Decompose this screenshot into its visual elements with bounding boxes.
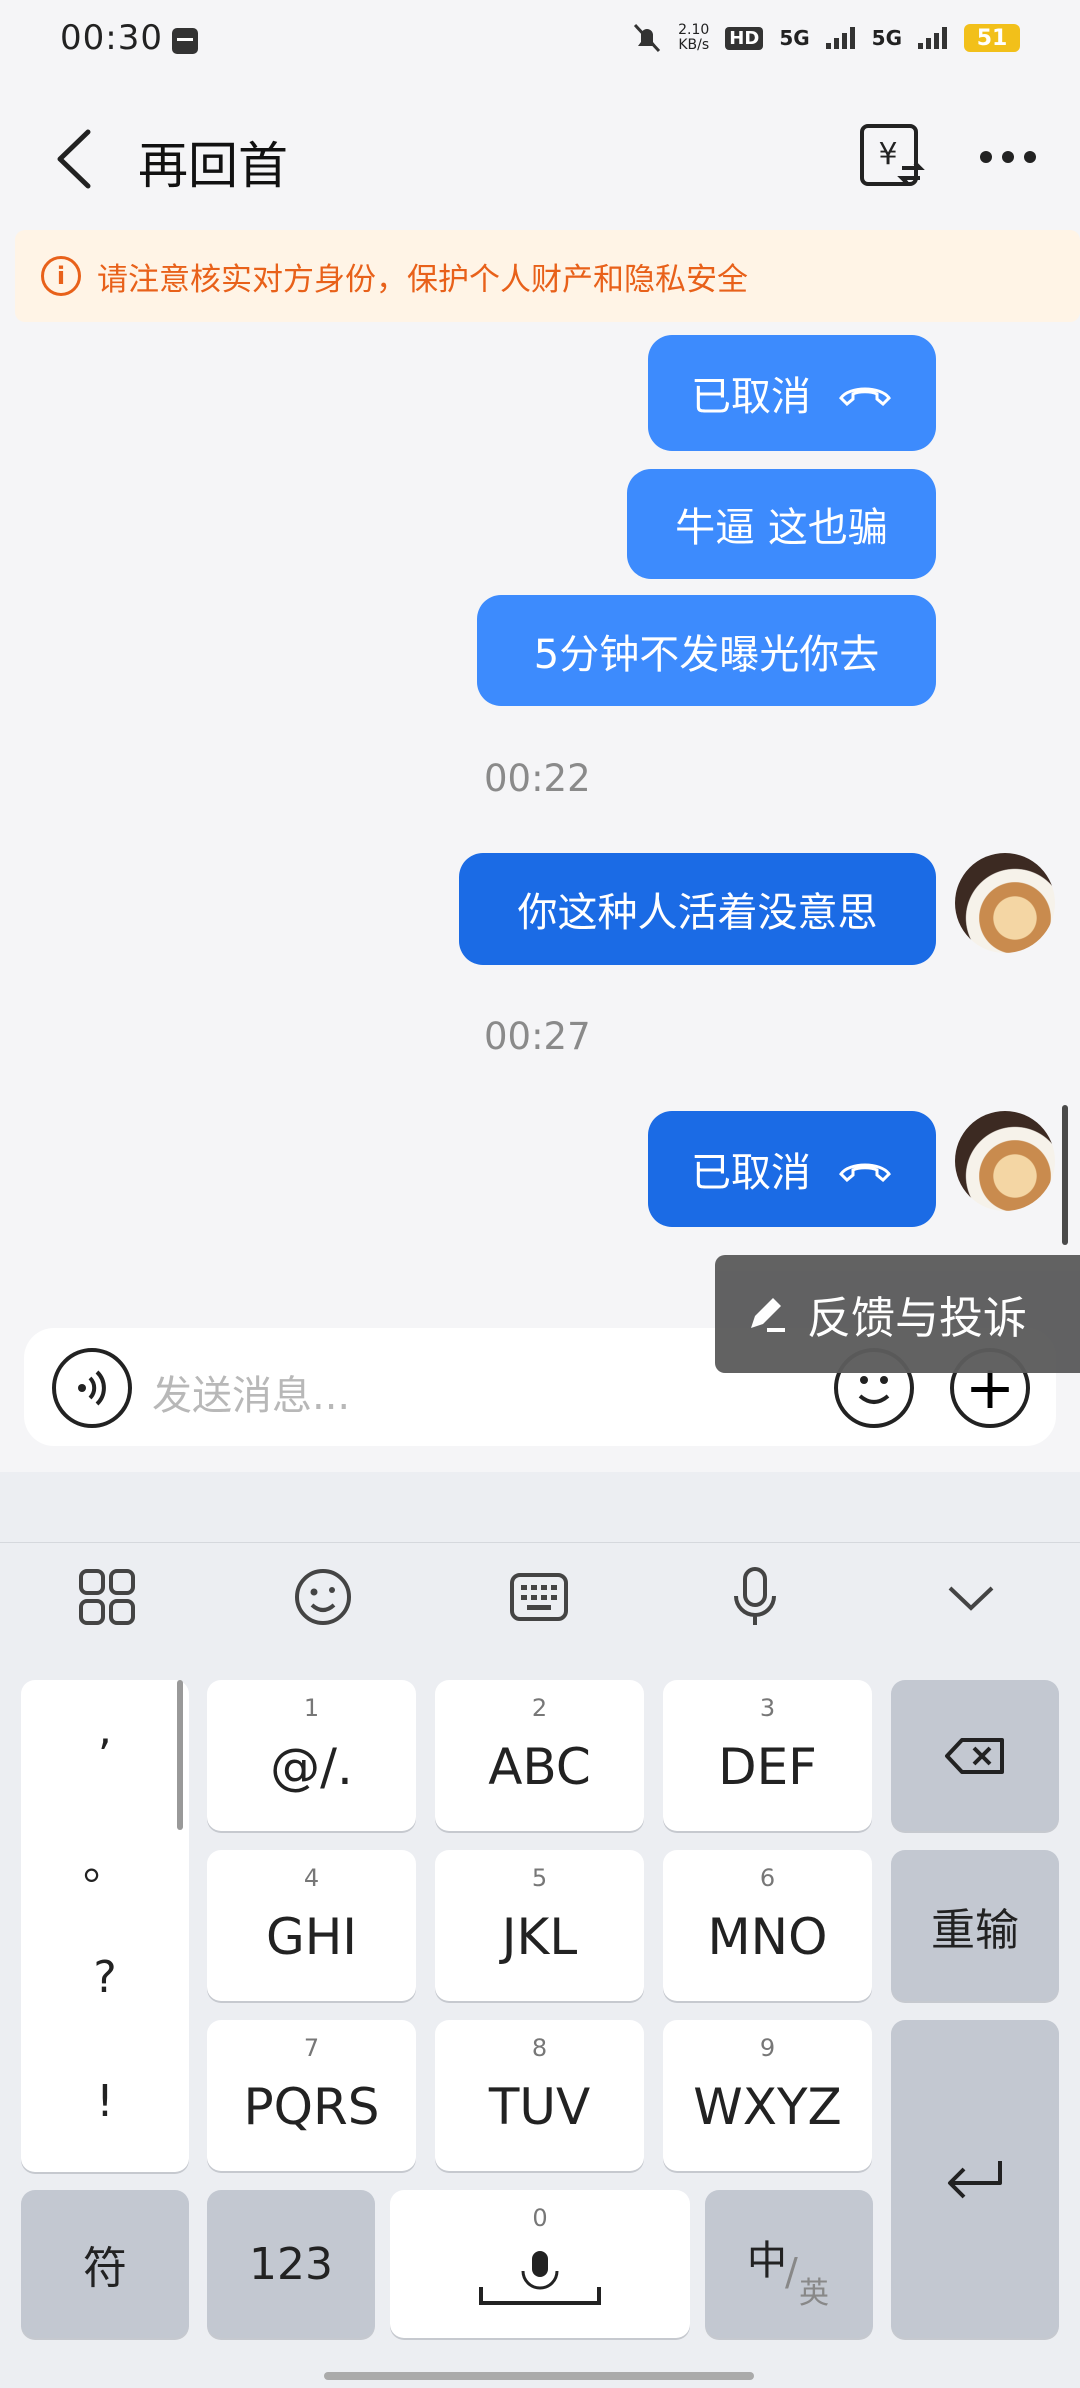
hangup-phone-icon	[839, 1163, 891, 1182]
key-5[interactable]: 5 JKL	[435, 1850, 644, 2001]
punct-period[interactable]: 。	[21, 1828, 189, 1892]
punct-exclamation[interactable]: !	[21, 2076, 189, 2127]
space-mic-icon	[479, 2251, 601, 2305]
hd-badge: HD	[725, 26, 764, 50]
feedback-complaint-button[interactable]: 反馈与投诉	[715, 1255, 1080, 1373]
chat-title: 再回首	[138, 137, 288, 195]
backspace-icon	[945, 1737, 1004, 1774]
signal-icon	[825, 27, 855, 49]
key-8[interactable]: 8 TUV	[435, 2020, 644, 2171]
status-bar: 00:30 2.10 KB/s HD 5G 5G 51	[0, 0, 1080, 80]
svg-text:¥: ¥	[878, 137, 897, 172]
warning-text: 请注意核实对方身份，保护个人财产和隐私安全	[97, 261, 748, 298]
net-speed: 2.10 KB/s	[678, 22, 710, 53]
punctuation-list[interactable]: , 。 ? !	[21, 1680, 189, 2172]
backspace-key[interactable]	[891, 1680, 1059, 1831]
punct-question[interactable]: ?	[21, 1952, 189, 2003]
enter-key[interactable]	[891, 2020, 1059, 2338]
keyboard-toolbar	[0, 1544, 1080, 1654]
enter-arrow-icon	[948, 2161, 1002, 2199]
voice-wave-icon	[78, 1370, 106, 1406]
status-time: 00:30	[60, 18, 163, 58]
symbol-key[interactable]: 符	[21, 2190, 189, 2338]
language-switch-key[interactable]: 中 / 英	[705, 2190, 873, 2338]
avatar[interactable]	[955, 1111, 1055, 1211]
back-arrow-icon[interactable]	[48, 124, 108, 194]
network-5g-1: 5G	[779, 26, 810, 50]
collapse-chevron-down-icon[interactable]	[936, 1562, 1006, 1632]
apps-grid-icon[interactable]	[72, 1562, 142, 1632]
status-icons: 2.10 KB/s HD 5G 5G 51	[632, 22, 1020, 54]
key-2[interactable]: 2 ABC	[435, 1680, 644, 1831]
timestamp: 00:22	[484, 757, 591, 800]
key-7[interactable]: 7 PQRS	[207, 2020, 416, 2171]
avatar[interactable]	[955, 853, 1055, 953]
keyboard-icon[interactable]	[504, 1562, 574, 1632]
key-4[interactable]: 4 GHI	[207, 1850, 416, 2001]
punct-comma[interactable]: ,	[21, 1704, 189, 1755]
timestamp: 00:27	[484, 1015, 591, 1058]
chat-header: 再回首 ¥	[0, 100, 1080, 220]
call-cancelled-bubble[interactable]: 已取消	[648, 335, 936, 451]
message-bubble[interactable]: 你这种人活着没意思	[459, 853, 936, 965]
call-cancelled-bubble[interactable]: 已取消	[648, 1111, 936, 1227]
scroll-indicator[interactable]	[1062, 1105, 1068, 1245]
key-3[interactable]: 3 DEF	[663, 1680, 872, 1831]
safety-warning-banner: i 请注意核实对方身份，保护个人财产和隐私安全	[15, 230, 1080, 322]
key-9[interactable]: 9 WXYZ	[663, 2020, 872, 2171]
message-input[interactable]: 发送消息...	[152, 1363, 350, 1421]
info-icon: i	[41, 256, 81, 296]
hangup-phone-icon	[839, 387, 891, 406]
voice-input-button[interactable]	[52, 1348, 132, 1428]
punctuation-scrollbar	[177, 1680, 183, 1830]
home-indicator[interactable]	[324, 2372, 754, 2380]
mute-bell-icon	[634, 23, 661, 53]
transfer-money-icon[interactable]: ¥	[858, 122, 926, 190]
edit-pen-icon	[751, 1298, 785, 1332]
signal-icon-2	[918, 27, 947, 49]
divider	[0, 1542, 1080, 1543]
key-1[interactable]: 1 @/.	[207, 1680, 416, 1831]
numbers-key[interactable]: 123	[207, 2190, 375, 2338]
microphone-icon[interactable]	[720, 1562, 790, 1632]
network-5g-2: 5G	[871, 26, 902, 50]
space-key[interactable]: 0	[390, 2190, 690, 2338]
reenter-key[interactable]: 重输	[891, 1850, 1059, 2001]
key-6[interactable]: 6 MNO	[663, 1850, 872, 2001]
calendar-icon	[172, 28, 198, 54]
battery-icon: 51	[964, 24, 1020, 52]
emoji-icon[interactable]	[288, 1562, 358, 1632]
message-bubble[interactable]: 牛逼 这也骗	[627, 469, 936, 579]
message-bubble[interactable]: 5分钟不发曝光你去	[477, 595, 936, 706]
more-options-icon[interactable]	[978, 132, 1038, 182]
